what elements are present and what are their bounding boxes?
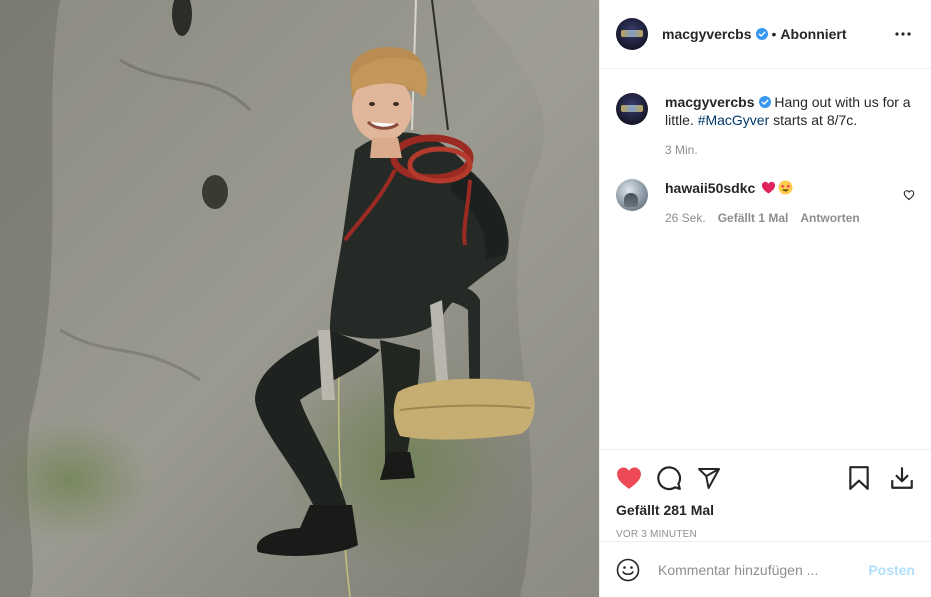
post-photo[interactable] [0,0,599,597]
climber-photo [0,0,599,597]
red-heart-emoji [762,181,776,194]
caption-avatar[interactable] [616,93,648,125]
bookmark-icon [849,466,869,490]
comment-time[interactable]: 26 Sek. [665,209,706,227]
verified-badge-icon [755,28,768,40]
likes-count[interactable]: Gefällt 281 Mal [616,502,915,518]
hashtag-link[interactable]: #MacGyver [698,112,770,128]
post-comment-button[interactable]: Posten [868,562,915,578]
comment-reply-button[interactable]: Antworten [800,209,859,227]
like-button[interactable] [616,458,656,498]
heart-filled-icon [617,467,641,489]
add-comment-bar: Posten [600,541,931,597]
download-icon [891,467,913,489]
action-bar: Gefällt 281 Mal VOR 3 MINUTEN [600,449,931,540]
comment-username[interactable]: hawaii50sdkc [665,180,755,196]
caption-meta: 3 Min. [665,141,915,159]
caption-username[interactable]: macgyvercbs [665,94,755,110]
caption: macgyvercbs Hang out with us for a littl… [616,93,915,159]
comment-meta: 26 Sek. Gefällt 1 Mal Antworten [665,209,895,227]
download-button[interactable] [879,458,915,498]
save-button[interactable] [839,458,879,498]
separator-dot: • [771,26,777,42]
author-avatar[interactable] [616,18,648,50]
post-details-panel: macgyvercbs • Abonniert macgyvercbs Hang… [599,0,931,597]
star-struck-emoji [778,180,793,195]
comment-body: hawaii50sdkc 26 Sek. Gefällt 1 Mal Antwo… [665,179,895,227]
comment-input[interactable] [656,560,869,579]
caption-body: macgyvercbs Hang out with us for a littl… [665,93,915,159]
comments-list: macgyvercbs Hang out with us for a littl… [600,69,931,227]
post-timestamp[interactable]: VOR 3 MINUTEN [616,529,915,540]
share-icon [698,468,720,489]
share-button[interactable] [696,458,736,498]
more-icon [895,32,911,36]
caption-text-after: starts at 8/7c. [773,112,858,128]
action-icons [616,458,915,498]
emoji-icon[interactable] [616,558,640,582]
comment-button[interactable] [656,458,696,498]
comment-likes[interactable]: Gefällt 1 Mal [718,209,789,227]
commenter-avatar[interactable] [616,179,648,211]
verified-badge-icon [758,96,771,108]
post-header: macgyvercbs • Abonniert [600,0,931,69]
instagram-post: macgyvercbs • Abonniert macgyvercbs Hang… [0,0,931,597]
comment-item: hawaii50sdkc 26 Sek. Gefällt 1 Mal Antwo… [616,179,915,227]
comment-icon [657,466,682,491]
caption-time[interactable]: 3 Min. [665,141,698,159]
comment-like-heart-icon[interactable] [903,189,915,201]
more-options-button[interactable] [891,22,915,46]
follow-state-button[interactable]: Abonniert [780,26,846,42]
author-username[interactable]: macgyvercbs [662,26,752,42]
